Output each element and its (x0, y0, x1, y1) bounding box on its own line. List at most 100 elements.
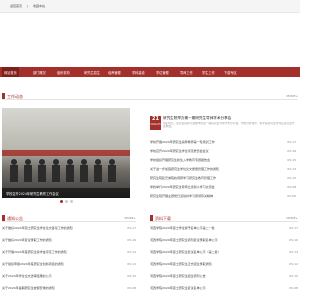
nav-item-downloads[interactable]: 下载专区 (224, 70, 237, 75)
nav-item-degree[interactable]: 学位管理 (156, 70, 169, 75)
list-item[interactable]: 关于进一步加强研究生学位论文质量管理工作的通知 05-13 (150, 167, 296, 171)
section-accent-bar (2, 93, 5, 99)
list-item-date: 05-16 (289, 238, 298, 242)
list-item[interactable]: 学校召开2024年研究生学位评定委员会会议 05-16 (150, 149, 296, 153)
main-nav: 网站首页 部门概况 组织机构 研究生招生 培养管理 学科建设 学位管理 导师工作… (0, 67, 300, 77)
list-item[interactable]: 研究生院开展主题党日活动并学习贯彻有关精神 05-06 (150, 194, 296, 198)
list-item-title[interactable]: 关于做好2024年硕士研究生学位论文答辩工作的通知 (2, 226, 114, 230)
list-item[interactable]: 学校开展2024年研究生指导教师第一轮培训工作 05-17 (150, 140, 296, 144)
list-item[interactable]: 河西学院2024年硕士研究生复试名单公示（第二批） 05-14 (150, 250, 298, 254)
list-item-date: 05-10 (287, 176, 296, 180)
list-item-date: 05-12 (127, 262, 136, 266)
list-item[interactable]: 学校举行2024年研究生导师立德树人学习交流会 05-08 (150, 185, 296, 189)
list-item-title[interactable]: 河西学院2024年硕士研究生复试名单公示 (150, 286, 274, 290)
downloads-title: 资料下载 (155, 215, 171, 221)
slide-dot[interactable] (65, 200, 68, 203)
list-item-date: 05-12 (289, 262, 298, 266)
work-news-title: 工作动态 (7, 93, 23, 99)
photo-caption[interactable]: 学校召开2024年研究生教育工作会议 (2, 188, 130, 198)
section-accent-bar (150, 215, 153, 221)
list-item-title[interactable]: 研究生院开展主题党日活动并学习贯彻有关精神 (150, 194, 270, 198)
featured-year-month: 2024-05 (150, 123, 161, 126)
list-item-date: 05-16 (287, 149, 296, 153)
notices-title: 通知公告 (7, 215, 23, 221)
featured-description: 5月20日，研究生院在行政楼举办第一期研究生导师学术分享会，学校分管领导、各学院… (163, 122, 295, 129)
list-item[interactable]: 关于开展2024年度研究生奖学金评定工作的通知 05-14 (2, 250, 136, 254)
list-item[interactable]: 河西学院2024年硕士研究生招生调剂公告 05-10 (150, 274, 298, 278)
list-item-title[interactable]: 关于做好2024年复试录取工作的通知 (2, 238, 114, 242)
featured-title[interactable]: 研究生院举办第一期研究生导师学术分享会 (163, 116, 231, 121)
list-item[interactable]: 研究生院赴兄弟院校调研学习研究生教育管理工作 05-10 (150, 176, 296, 180)
work-news-list: 学校开展2024年研究生指导教师第一轮培训工作 05-17 学校召开2024年研究… (150, 140, 296, 200)
list-item[interactable]: 河西学院2024年硕士研究生调剂复试录取名单公示 05-16 (150, 238, 298, 242)
list-item-date: 05-15 (287, 158, 296, 162)
list-item-date: 05-06 (287, 194, 296, 198)
list-item-date: 05-10 (127, 274, 136, 278)
nav-item-organization[interactable]: 组织机构 (57, 70, 70, 75)
slide-dot[interactable] (70, 200, 73, 203)
downloads-more-link[interactable]: MORE+ (287, 216, 298, 220)
notices-list: 关于做好2024年硕士研究生学位论文答辩工作的通知 05-17 关于做好2024年… (2, 226, 136, 298)
list-item[interactable]: 学校组织开展研究生新生入学教育专题报告会 05-15 (150, 158, 296, 162)
list-item-title[interactable]: 学校召开2024年研究生学位评定委员会会议 (150, 149, 270, 153)
work-news-more-link[interactable]: MORE+ (287, 94, 298, 98)
list-item-date: 05-14 (127, 250, 136, 254)
list-item[interactable]: 河西学院2024年硕士研究生正式招生录取通知 05-12 (150, 262, 298, 266)
list-item-title[interactable]: 河西学院2024年硕士研究生正式招生录取通知 (150, 262, 274, 266)
list-item-title[interactable]: 河西学院2024年硕士研究生调剂复试录取名单公示 (150, 238, 274, 242)
downloads-list: 河西学院2024年硕士学位授予名单公示第二一批 05-17 河西学院2024年硕士… (150, 226, 298, 298)
group-photo-image (2, 150, 130, 182)
list-item-date: 05-17 (127, 226, 136, 230)
list-item-title[interactable]: 关于进一步加强研究生学位论文质量管理工作的通知 (150, 167, 270, 171)
news-photo-slideshow[interactable]: 学校召开2024年研究生教育工作会议 (2, 108, 130, 198)
top-links: 返回首页 | 收藏本站 (10, 4, 49, 8)
bookmark-link[interactable]: 收藏本站 (33, 4, 45, 8)
list-item-date: 05-08 (287, 185, 296, 189)
list-item-date: 05-17 (289, 226, 298, 230)
list-item-title[interactable]: 河西学院2024年硕士研究生复试名单公示（第二批） (150, 250, 274, 254)
work-news-header: 工作动态 MORE+ (2, 92, 298, 100)
featured-day: 21 (152, 116, 159, 122)
slideshow-dots (60, 200, 75, 204)
section-accent-bar (2, 215, 5, 221)
top-utility-bar: 返回首页 | 收藏本站 (0, 0, 300, 13)
list-item-date: 05-08 (289, 286, 298, 290)
list-item-title[interactable]: 关于2024年暑期研究生放假安排的通知 (2, 286, 114, 290)
list-item-title[interactable]: 关于2024年学位论文送审结果的公示 (2, 274, 114, 278)
nav-item-overview[interactable]: 部门概况 (33, 70, 46, 75)
list-item-title[interactable]: 河西学院2024年硕士研究生招生调剂公告 (150, 274, 274, 278)
slide-dot[interactable] (60, 200, 63, 203)
list-item-title[interactable]: 关于开展2024年度研究生奖学金评定工作的通知 (2, 250, 114, 254)
nav-item-admissions[interactable]: 研究生招生 (84, 70, 100, 75)
home-link[interactable]: 返回首页 (10, 4, 22, 8)
list-item[interactable]: 关于2024年暑期研究生放假安排的通知 05-08 (2, 286, 136, 290)
list-item-title[interactable]: 学校组织开展研究生新生入学教育专题报告会 (150, 158, 270, 162)
list-item[interactable]: 关于做好2024年复试录取工作的通知 05-16 (2, 238, 136, 242)
header-banner (0, 13, 300, 67)
list-item[interactable]: 关于组织申报2024年度研究生创新项目的通知 05-12 (2, 262, 136, 266)
nav-item-training[interactable]: 培养管理 (108, 70, 121, 75)
nav-item-home[interactable]: 网站首页 (2, 67, 19, 77)
nav-item-discipline[interactable]: 学科建设 (132, 70, 145, 75)
list-item[interactable]: 河西学院2024年硕士研究生复试名单公示 05-08 (150, 286, 298, 290)
list-item-title[interactable]: 河西学院2024年硕士学位授予名单公示第二一批 (150, 226, 274, 230)
list-item-title[interactable]: 学校举行2024年研究生导师立德树人学习交流会 (150, 185, 270, 189)
downloads-header: 资料下载 MORE+ (150, 214, 298, 222)
list-item-title[interactable]: 学校开展2024年研究生指导教师第一轮培训工作 (150, 140, 270, 144)
list-item[interactable]: 关于做好2024年硕士研究生学位论文答辩工作的通知 05-17 (2, 226, 136, 230)
list-item-date: 05-17 (287, 140, 296, 144)
list-item[interactable]: 河西学院2024年硕士学位授予名单公示第二一批 05-17 (150, 226, 298, 230)
nav-item-students[interactable]: 学生工作 (202, 70, 215, 75)
featured-news[interactable]: 21 2024-05 研究生院举办第一期研究生导师学术分享会 5月20日，研究生… (150, 116, 298, 130)
list-item-date: 05-08 (127, 286, 136, 290)
notices-header: 通知公告 MORE+ (2, 214, 136, 222)
link-separator: | (26, 4, 28, 8)
notices-more-link[interactable]: MORE+ (125, 216, 136, 220)
list-item-title[interactable]: 关于组织申报2024年度研究生创新项目的通知 (2, 262, 114, 266)
list-item-date: 05-10 (289, 274, 298, 278)
featured-date-box: 21 2024-05 (150, 116, 161, 130)
list-item-date: 05-13 (287, 167, 296, 171)
nav-item-supervisors[interactable]: 导师工作 (180, 70, 193, 75)
list-item-title[interactable]: 研究生院赴兄弟院校调研学习研究生教育管理工作 (150, 176, 270, 180)
list-item[interactable]: 关于2024年学位论文送审结果的公示 05-10 (2, 274, 136, 278)
